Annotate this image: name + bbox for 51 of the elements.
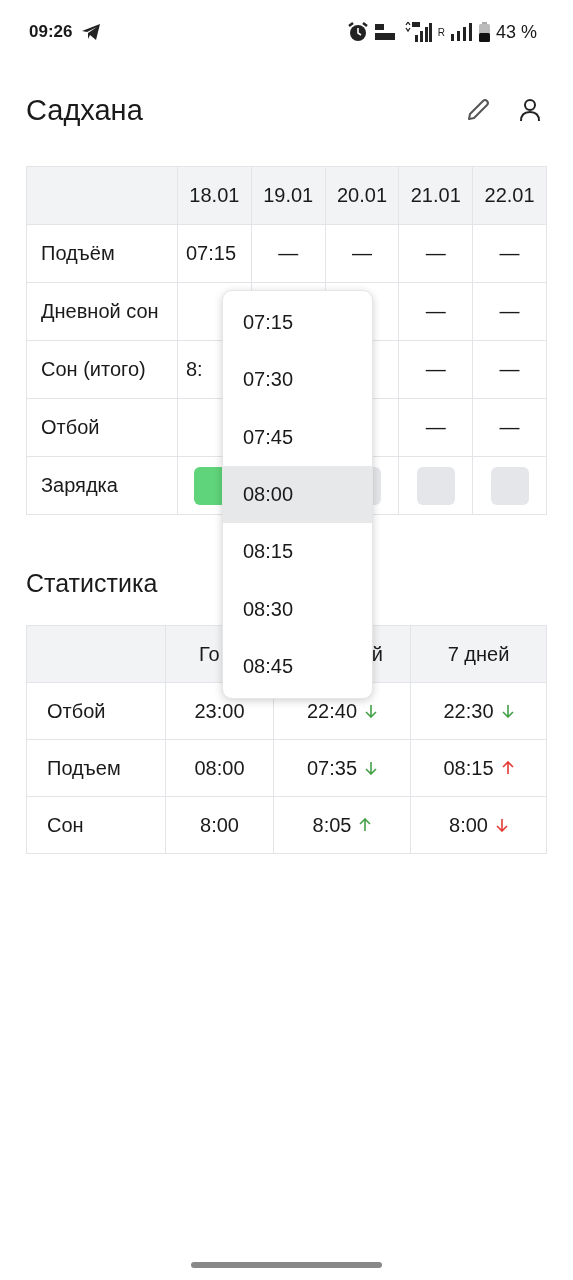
- table-cell[interactable]: 07:15: [177, 224, 252, 283]
- table-cell: 23:00: [194, 699, 245, 723]
- date-header: 21.01: [398, 166, 473, 225]
- date-header: 22.01: [472, 166, 547, 225]
- row-label: Дневной сон: [26, 282, 178, 341]
- table-cell[interactable]: —: [472, 340, 547, 399]
- table-cell[interactable]: —: [398, 340, 473, 399]
- table-cell: 22:30: [443, 699, 494, 723]
- table-cell: 8:00: [449, 813, 488, 837]
- table-cell: 8:00: [200, 813, 239, 837]
- table-cell[interactable]: —: [325, 224, 399, 283]
- clock-time: 09:26: [29, 22, 73, 42]
- column-header: 7 дней: [410, 625, 547, 683]
- table-cell[interactable]: —: [472, 282, 547, 341]
- signal-icon: [403, 22, 432, 42]
- row-label: Зарядка: [26, 456, 178, 515]
- row-label: Сон: [26, 796, 166, 854]
- row-label: Отбой: [26, 682, 166, 740]
- pencil-icon: [465, 97, 491, 123]
- table-cell[interactable]: —: [398, 398, 473, 457]
- table-cell[interactable]: —: [472, 224, 547, 283]
- table-cell: 22:40: [306, 699, 358, 723]
- row-label: Подъем: [26, 739, 166, 797]
- paper-plane-icon: [82, 24, 101, 40]
- checkbox[interactable]: [490, 466, 529, 505]
- table-cell[interactable]: —: [398, 224, 473, 283]
- page-title: Садхана: [26, 93, 144, 127]
- row-label: Подъём: [26, 224, 178, 283]
- section-title: Статистика: [26, 569, 159, 598]
- battery-percent: 43 %: [495, 21, 537, 43]
- roaming-label: R: [437, 26, 445, 38]
- row-label: Сон (итого): [26, 340, 178, 399]
- row-label: Отбой: [26, 398, 178, 457]
- signal-icon: [450, 23, 473, 41]
- table-cell: 08:15: [443, 756, 494, 780]
- menu-option[interactable]: 08:00: [223, 465, 372, 524]
- table-cell[interactable]: —: [398, 282, 473, 341]
- date-header: 18.01: [177, 166, 252, 225]
- table-cell[interactable]: —: [251, 224, 326, 283]
- checkbox[interactable]: [416, 466, 455, 505]
- table-cell: 8:05: [312, 813, 352, 837]
- menu-option[interactable]: 08:15: [223, 523, 372, 581]
- table-cell: 08:00: [194, 756, 245, 780]
- table-cell: 07:35: [306, 756, 358, 780]
- person-icon: [519, 98, 541, 122]
- alarm-clock-icon: [347, 22, 368, 42]
- date-header: 19.01: [251, 166, 326, 225]
- menu-option[interactable]: 07:45: [223, 408, 372, 466]
- date-header: 20.01: [325, 166, 399, 225]
- battery-icon: [478, 22, 490, 42]
- table-cell[interactable]: —: [472, 398, 547, 457]
